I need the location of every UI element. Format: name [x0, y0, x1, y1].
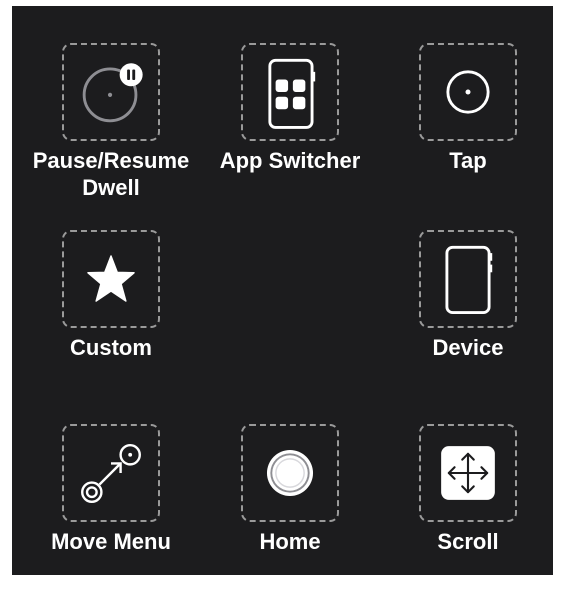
custom-item[interactable]: Custom — [21, 230, 201, 410]
home-label: Home — [259, 529, 321, 554]
home-icon — [266, 449, 314, 497]
custom-label: Custom — [70, 335, 152, 360]
pause-resume-dwell-item[interactable]: Pause/Resume Dwell — [21, 43, 201, 223]
tap-item[interactable]: Tap — [378, 43, 558, 223]
app-switcher-label: App Switcher — [219, 148, 361, 173]
custom-button[interactable] — [62, 230, 160, 328]
move-menu-button[interactable] — [62, 424, 160, 522]
device-item[interactable]: Device — [378, 230, 558, 410]
move-menu-icon — [81, 443, 141, 503]
home-button[interactable] — [241, 424, 339, 522]
pause-dwell-icon — [82, 63, 143, 123]
app-switcher-icon — [268, 58, 316, 129]
scroll-button[interactable] — [419, 424, 517, 522]
star-icon — [87, 255, 135, 302]
scroll-label: Scroll — [437, 529, 499, 554]
move-menu-item[interactable]: Move Menu — [21, 424, 201, 604]
app-switcher-item[interactable]: App Switcher — [200, 43, 380, 223]
pause-resume-dwell-label: Pause/Resume Dwell — [32, 148, 190, 200]
tap-icon — [446, 70, 490, 114]
app-switcher-button[interactable] — [241, 43, 339, 141]
pause-resume-dwell-button[interactable] — [62, 43, 160, 141]
scroll-item[interactable]: Scroll — [378, 424, 558, 604]
tap-label: Tap — [449, 148, 487, 173]
move-menu-label: Move Menu — [51, 529, 171, 554]
device-button[interactable] — [419, 230, 517, 328]
home-item[interactable]: Home — [200, 424, 380, 604]
assistive-touch-menu: Pause/Resume Dwell App Switcher Tap Cust… — [12, 6, 553, 575]
tap-button[interactable] — [419, 43, 517, 141]
device-label: Device — [432, 335, 504, 360]
device-icon — [445, 245, 493, 315]
scroll-icon — [441, 446, 495, 500]
